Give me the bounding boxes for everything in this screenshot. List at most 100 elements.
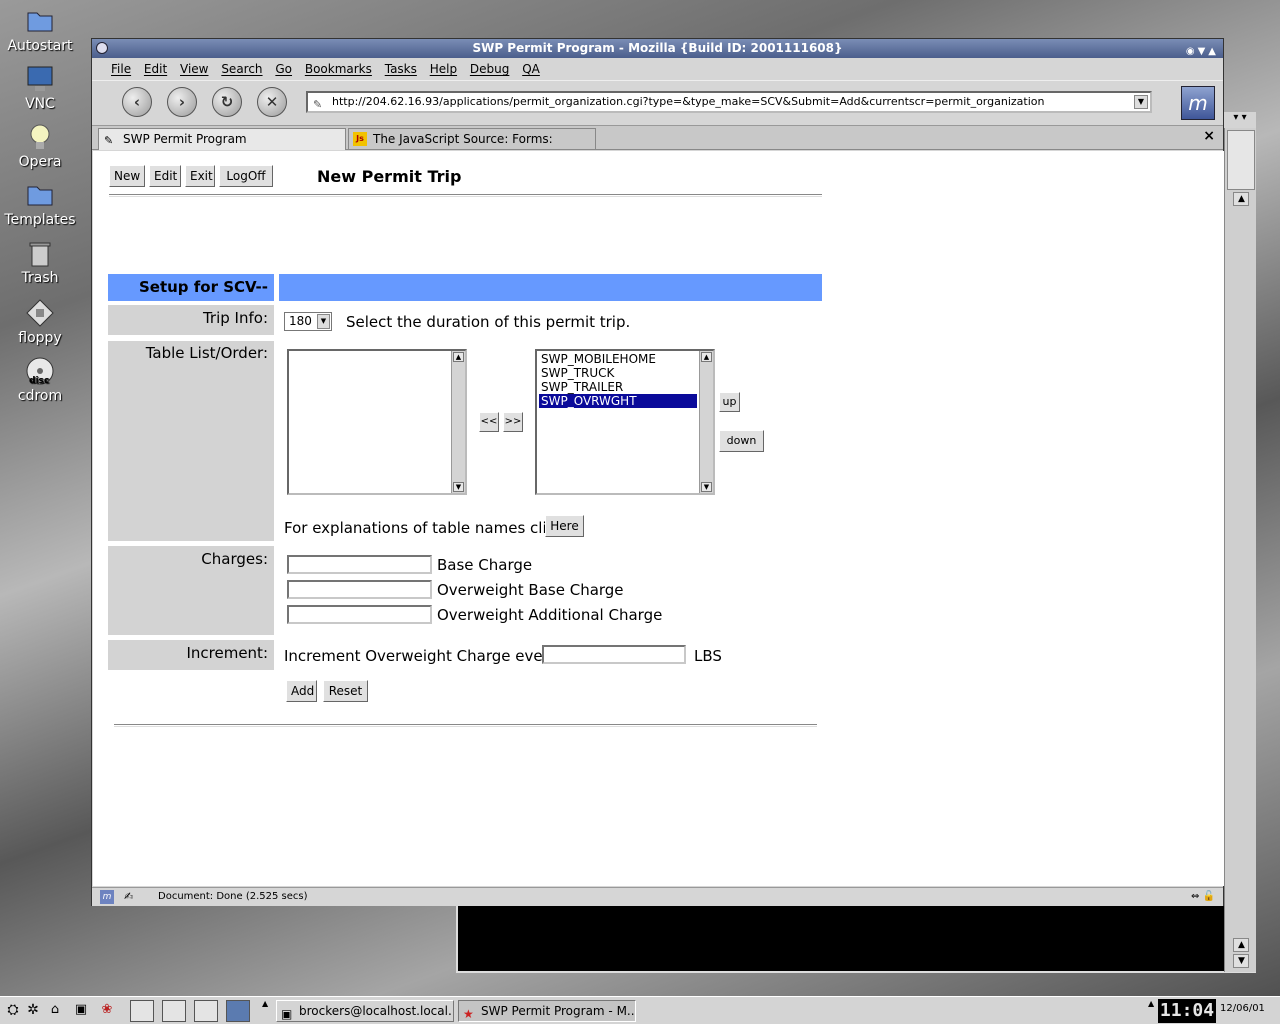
scroll-up-arrow-icon[interactable]: ▲ <box>1233 938 1249 952</box>
move-down-button[interactable]: down <box>719 430 764 452</box>
reload-icon[interactable]: ↻ <box>212 87 242 117</box>
scroll-down-arrow-icon[interactable]: ▼ <box>1233 954 1249 968</box>
divider <box>114 724 817 727</box>
menu-view[interactable]: View <box>180 62 208 76</box>
page-content: New Edit Exit LogOff New Permit Trip Set… <box>93 151 1224 886</box>
trash-icon <box>29 242 51 267</box>
pager-desktop-3[interactable] <box>194 1000 218 1022</box>
scrollbar-thumb[interactable] <box>1227 130 1255 190</box>
title-bar[interactable]: SWP Permit Program - Mozilla {Build ID: … <box>92 39 1223 58</box>
increment-label: Increment: <box>108 640 274 670</box>
menu-search[interactable]: Search <box>221 62 262 76</box>
stop-icon[interactable]: ✕ <box>257 87 287 117</box>
available-tables-list[interactable]: ▲ ▼ <box>287 349 467 495</box>
pager-desktop-1[interactable] <box>130 1000 154 1022</box>
logoff-button[interactable]: LogOff <box>219 165 273 187</box>
page-proxy-icon[interactable]: ✎ <box>313 96 322 111</box>
list-item-selected[interactable]: SWP_OVRWGHT <box>539 394 697 408</box>
taskbar: ⛭ ✲ ⌂ ▣ ❀ ▲ ▣ brockers@localhost.local..… <box>0 996 1280 1024</box>
tab-swp-permit[interactable]: ✎ SWP Permit Program <box>98 128 346 150</box>
home-icon[interactable]: ⌂ <box>48 1002 62 1017</box>
move-up-button[interactable]: up <box>719 392 740 412</box>
overweight-base-charge-label: Overweight Base Charge <box>437 581 624 599</box>
desktop-icon-vnc[interactable]: VNC <box>2 64 78 112</box>
desktop-icon-opera[interactable]: Opera <box>2 122 78 170</box>
date: 12/06/01 <box>1220 1003 1265 1014</box>
edit-button[interactable]: Edit <box>149 165 181 187</box>
move-right-button[interactable]: >> <box>503 412 523 432</box>
main-menu-icon[interactable]: ⛭ <box>6 1002 20 1018</box>
list-item[interactable]: SWP_TRUCK <box>539 366 711 380</box>
tray-expand-icon[interactable]: ▲ <box>1148 999 1154 1008</box>
clock[interactable]: 11:04 <box>1158 999 1216 1023</box>
floppy-icon <box>26 299 54 327</box>
security-lock-icon[interactable]: ⇔ 🔓 <box>1191 888 1215 906</box>
desktop-icon-floppy[interactable]: floppy <box>2 298 78 346</box>
menu-edit[interactable]: Edit <box>144 62 167 76</box>
menu-debug[interactable]: Debug <box>470 62 509 76</box>
divider <box>109 194 822 197</box>
exit-button[interactable]: Exit <box>185 165 215 187</box>
trip-duration-select[interactable]: 180 ▼ <box>284 312 332 331</box>
task-terminal[interactable]: ▣ brockers@localhost.local... <box>276 1000 454 1022</box>
base-charge-input[interactable] <box>287 555 432 574</box>
mozilla-logo[interactable]: m <box>1181 86 1215 120</box>
desktop-icon-templates[interactable]: Templates <box>2 180 78 228</box>
charges-label: Charges: <box>108 546 274 635</box>
list-scrollbar[interactable]: ▲ ▼ <box>699 351 713 493</box>
selected-tables-list[interactable]: SWP_MOBILEHOME SWP_TRUCK SWP_TRAILER SWP… <box>535 349 715 495</box>
increment-lbs-input[interactable] <box>542 645 686 664</box>
edit-page-icon[interactable]: ✍ <box>124 888 133 906</box>
folder-icon <box>27 186 53 206</box>
menu-help[interactable]: Help <box>430 62 457 76</box>
new-button[interactable]: New <box>109 165 145 187</box>
browser-launcher-icon[interactable]: ❀ <box>100 1002 114 1017</box>
menu-go[interactable]: Go <box>275 62 292 76</box>
base-charge-label: Base Charge <box>437 556 533 574</box>
gear-icon[interactable]: ✲ <box>26 1002 40 1018</box>
menu-bar: File Edit View Search Go Bookmarks Tasks… <box>92 58 1223 80</box>
url-bar[interactable]: ✎ http://204.62.16.93/applications/permi… <box>306 91 1152 113</box>
chevron-down-icon[interactable]: ▼ <box>1134 95 1148 109</box>
pager-desktop-4[interactable] <box>226 1000 250 1022</box>
background-window-scrollbar[interactable]: ▲ ▲ ▼ <box>1224 112 1256 972</box>
reset-button[interactable]: Reset <box>323 680 368 702</box>
tab-javascript-source[interactable]: Js The JavaScript Source: Forms: Select.… <box>348 128 596 166</box>
here-button[interactable]: Here <box>545 515 584 537</box>
task-swp-permit[interactable]: ★ SWP Permit Program - M... <box>458 1000 636 1022</box>
menu-tasks[interactable]: Tasks <box>385 62 417 76</box>
menu-file[interactable]: File <box>111 62 131 76</box>
overweight-base-charge-input[interactable] <box>287 580 432 599</box>
overweight-additional-charge-input[interactable] <box>287 605 432 624</box>
back-arrow-icon[interactable]: ‹ <box>122 87 152 117</box>
close-tab-icon[interactable]: × <box>1203 128 1215 144</box>
scroll-up-arrow-icon[interactable]: ▲ <box>1233 192 1249 206</box>
table-explanation-text: For explanations of table names click <box>284 519 564 537</box>
move-left-button[interactable]: << <box>479 412 499 432</box>
background-window-controls[interactable]: ▾ ▾ <box>1224 112 1256 128</box>
menu-bookmarks[interactable]: Bookmarks <box>305 62 372 76</box>
desktop-icon-autostart[interactable]: Autostart <box>2 6 78 54</box>
chevron-down-icon[interactable]: ▼ <box>317 314 330 329</box>
scroll-up-arrow-icon[interactable]: ▲ <box>453 352 464 362</box>
list-item[interactable]: SWP_MOBILEHOME <box>539 352 711 366</box>
add-button[interactable]: Add <box>286 680 317 702</box>
menu-qa[interactable]: QA <box>522 62 540 76</box>
list-scrollbar[interactable]: ▲ ▼ <box>451 351 465 493</box>
page-title: New Permit Trip <box>317 167 462 186</box>
pager-expand-icon[interactable]: ▲ <box>262 999 268 1008</box>
list-item[interactable]: SWP_TRAILER <box>539 380 711 394</box>
forward-arrow-icon[interactable]: › <box>167 87 197 117</box>
scroll-up-arrow-icon[interactable]: ▲ <box>701 352 712 362</box>
terminal-icon[interactable]: ▣ <box>74 1002 88 1017</box>
pager-desktop-2[interactable] <box>162 1000 186 1022</box>
scroll-down-arrow-icon[interactable]: ▼ <box>453 482 464 492</box>
desktop-icon-cdrom[interactable]: disc cdrom <box>2 356 78 404</box>
trip-info-description: Select the duration of this permit trip. <box>346 313 631 331</box>
desktop-icon-trash[interactable]: Trash <box>2 238 78 286</box>
cdrom-disc-label: disc <box>29 376 49 386</box>
window-menu-icon[interactable] <box>96 42 108 54</box>
background-terminal[interactable] <box>456 895 1256 973</box>
scroll-down-arrow-icon[interactable]: ▼ <box>701 482 712 492</box>
mozilla-status-icon[interactable]: m <box>100 890 114 904</box>
